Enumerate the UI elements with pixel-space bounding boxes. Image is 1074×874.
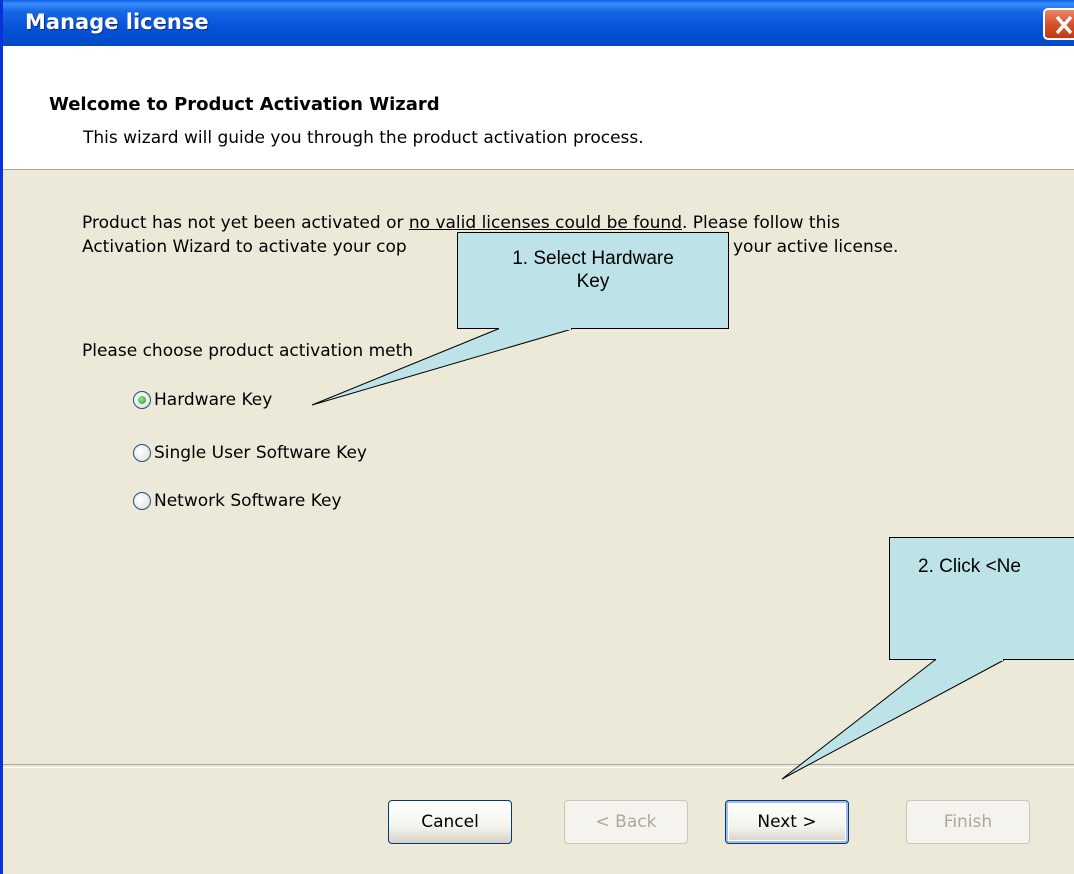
callout-step2-pointer — [781, 659, 1005, 780]
manage-license-dialog: Manage license Welcome to Product Activa… — [0, 0, 1074, 874]
callout-pointers — [311, 328, 1005, 780]
callout-step1-pointer — [311, 328, 573, 406]
